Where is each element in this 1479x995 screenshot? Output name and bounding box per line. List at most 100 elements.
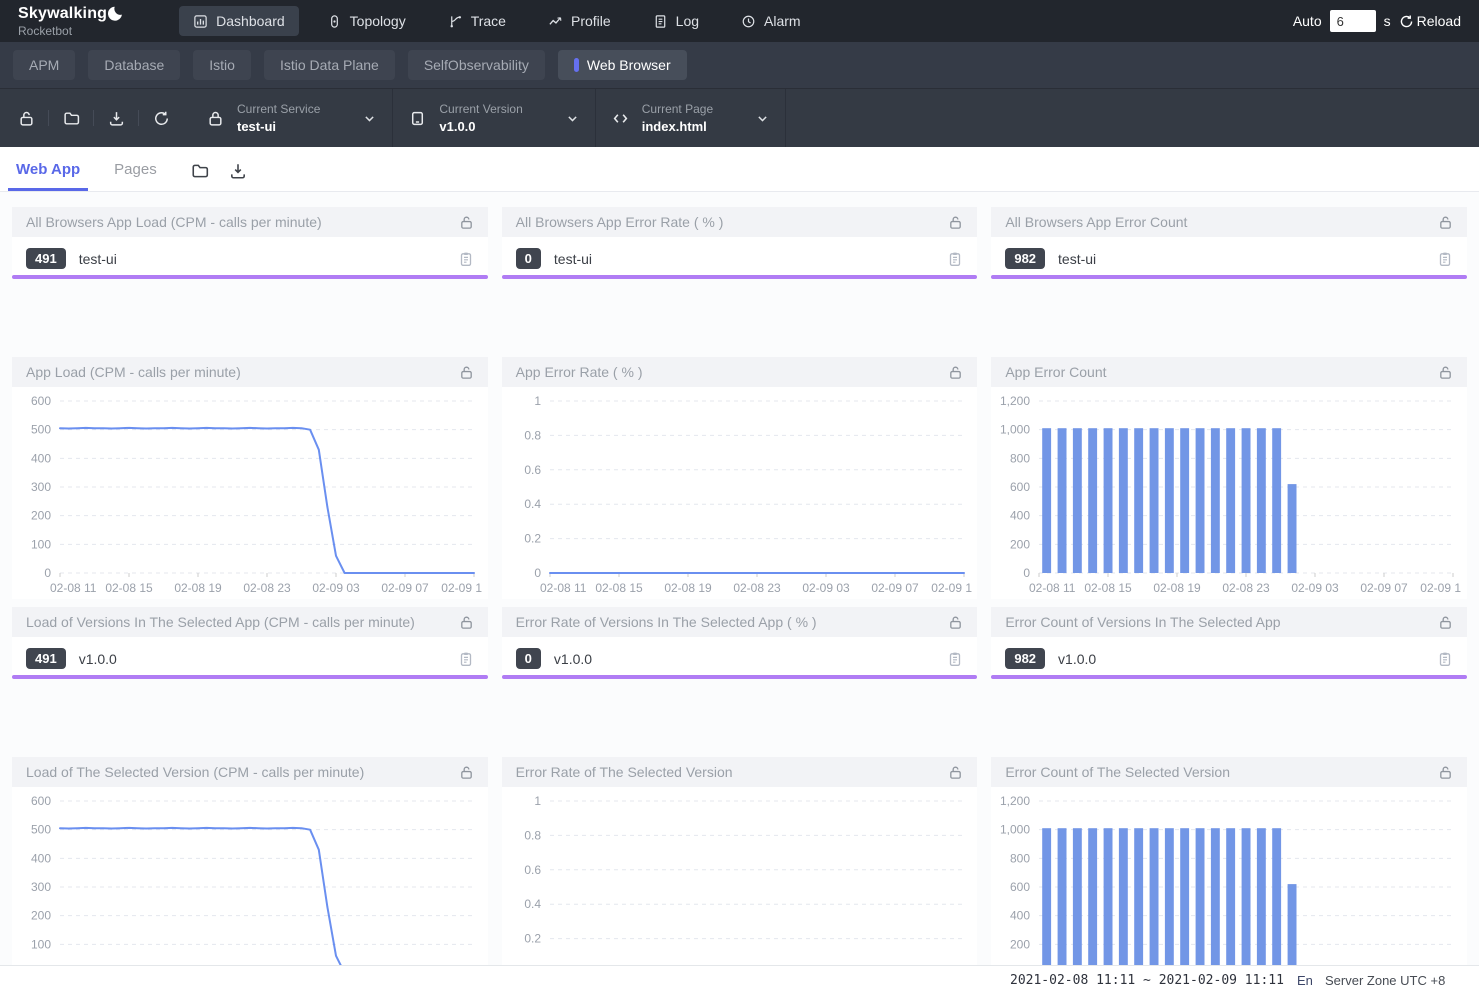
app-error-count-bar-chart: 02004006008001,0001,20002-08 1102-08 150…	[991, 387, 1467, 599]
tab-istio[interactable]: Istio	[193, 50, 251, 80]
svg-text:200: 200	[31, 909, 51, 923]
lock-icon[interactable]	[459, 365, 474, 380]
svg-text:02-08 15: 02-08 15	[105, 581, 153, 595]
svg-text:02-09 03: 02-09 03	[312, 581, 360, 595]
lock-dashboard-button[interactable]	[4, 101, 48, 135]
svg-text:0.4: 0.4	[524, 897, 541, 911]
folder-icon	[191, 162, 209, 180]
svg-text:02-08 19: 02-08 19	[664, 581, 712, 595]
log-icon	[653, 14, 668, 29]
current-service-selector[interactable]: Current Service test-ui	[191, 89, 393, 147]
import-view-button[interactable]	[191, 162, 209, 180]
nav-item-alarm[interactable]: Alarm	[727, 6, 815, 36]
clipboard-icon[interactable]	[1437, 251, 1453, 267]
clipboard-icon[interactable]	[458, 251, 474, 267]
lock-icon[interactable]	[1438, 365, 1453, 380]
svg-text:500: 500	[31, 423, 51, 437]
svg-text:100: 100	[31, 937, 51, 951]
chart-row-selected-version: Load of The Selected Version (CPM - call…	[12, 757, 1467, 995]
tab-web-browser[interactable]: Web Browser	[558, 50, 687, 80]
lock-icon[interactable]	[948, 765, 963, 780]
svg-text:1: 1	[534, 794, 541, 808]
refresh-dashboard-button[interactable]	[139, 101, 183, 135]
time-range-picker[interactable]: 2021-02-08 11:11 ~ 2021-02-09 11:11	[1010, 973, 1284, 988]
metric-row-versions: Load of Versions In The Selected App (CP…	[12, 607, 1467, 679]
svg-text:800: 800	[1010, 451, 1030, 465]
current-version-label: Current Version	[439, 102, 522, 116]
moon-icon	[108, 6, 123, 21]
svg-text:400: 400	[1010, 909, 1030, 923]
lock-icon[interactable]	[459, 615, 474, 630]
footer-bar: 2021-02-08 11:11 ~ 2021-02-09 11:11 En S…	[0, 965, 1479, 995]
svg-text:02-08 11: 02-08 11	[50, 581, 97, 595]
download-icon	[229, 162, 247, 180]
nav-item-profile[interactable]: Profile	[534, 6, 625, 36]
chevron-down-icon	[363, 112, 376, 125]
clipboard-icon[interactable]	[1437, 651, 1453, 667]
clipboard-icon[interactable]	[947, 651, 963, 667]
current-page-label: Current Page	[642, 102, 713, 116]
trace-icon	[448, 14, 463, 29]
svg-text:0.8: 0.8	[524, 428, 541, 442]
card-title: Error Count of Versions In The Selected …	[1005, 614, 1280, 630]
lock-icon[interactable]	[948, 615, 963, 630]
card-title: Error Rate of Versions In The Selected A…	[516, 614, 817, 630]
nav-item-label: Trace	[471, 13, 506, 29]
svg-text:0: 0	[1024, 566, 1031, 580]
current-version-selector[interactable]: Current Version v1.0.0	[393, 89, 595, 147]
main-menu: Dashboard Topology Trace Profile Log Ala…	[179, 6, 814, 36]
card-selected-version-load-chart: Load of The Selected Version (CPM - call…	[12, 757, 488, 995]
tab-selfobservability[interactable]: SelfObservability	[408, 50, 545, 80]
nav-item-trace[interactable]: Trace	[434, 6, 520, 36]
lock-icon[interactable]	[1438, 215, 1453, 230]
metric-value-badge: 0	[516, 648, 541, 669]
export-template-button[interactable]	[94, 101, 138, 135]
nav-item-topology[interactable]: Topology	[313, 6, 420, 36]
clipboard-icon[interactable]	[458, 651, 474, 667]
nav-item-log[interactable]: Log	[639, 6, 713, 36]
active-tab-indicator	[574, 58, 579, 72]
tab-istio-data-plane[interactable]: Istio Data Plane	[264, 50, 395, 80]
tab-label: Database	[104, 57, 164, 73]
lock-icon[interactable]	[459, 765, 474, 780]
chevron-down-icon	[566, 112, 579, 125]
metric-underline-bar	[991, 675, 1467, 679]
svg-text:02-09 03: 02-09 03	[1292, 581, 1340, 595]
svg-text:02-09 1: 02-09 1	[441, 581, 482, 595]
tab-label: Istio	[209, 57, 235, 73]
tab-web-app[interactable]: Web App	[14, 161, 82, 191]
lock-icon[interactable]	[948, 215, 963, 230]
selected-version-error-rate-line-chart: 00.20.40.60.8102-08 1102-08 1502-08 1902…	[502, 787, 978, 995]
svg-text:600: 600	[31, 394, 51, 408]
tab-apm[interactable]: APM	[13, 50, 75, 80]
lock-icon[interactable]	[1438, 765, 1453, 780]
selected-version-load-line-chart: 010020030040050060002-08 1102-08 1502-08…	[12, 787, 488, 995]
clipboard-icon[interactable]	[947, 251, 963, 267]
folder-icon	[63, 110, 80, 127]
svg-text:100: 100	[31, 537, 51, 551]
metric-entity-name: v1.0.0	[1058, 651, 1096, 667]
svg-text:200: 200	[1010, 937, 1030, 951]
svg-text:1,000: 1,000	[1000, 423, 1030, 437]
selector-toolbar: Current Service test-ui Current Version …	[0, 89, 1479, 147]
lock-icon[interactable]	[1438, 615, 1453, 630]
reload-button[interactable]: Reload	[1399, 13, 1461, 29]
current-page-selector[interactable]: Current Page index.html	[596, 89, 786, 147]
auto-reload-interval-input[interactable]	[1330, 10, 1376, 32]
language-switch[interactable]: En	[1297, 973, 1313, 988]
tab-label: SelfObservability	[424, 57, 529, 73]
tab-database[interactable]: Database	[88, 50, 180, 80]
import-template-button[interactable]	[49, 101, 93, 135]
current-service-label: Current Service	[237, 102, 320, 116]
card-title: App Error Count	[1005, 364, 1106, 380]
nav-item-dashboard[interactable]: Dashboard	[179, 6, 299, 36]
svg-text:02-08 19: 02-08 19	[174, 581, 222, 595]
export-view-button[interactable]	[229, 162, 247, 180]
lock-icon[interactable]	[948, 365, 963, 380]
svg-text:02-08 15: 02-08 15	[1085, 581, 1133, 595]
svg-text:0: 0	[44, 566, 51, 580]
svg-text:0.6: 0.6	[524, 863, 541, 877]
tab-pages[interactable]: Pages	[112, 161, 159, 191]
lock-icon[interactable]	[459, 215, 474, 230]
auto-reload-label: Auto	[1293, 13, 1322, 29]
